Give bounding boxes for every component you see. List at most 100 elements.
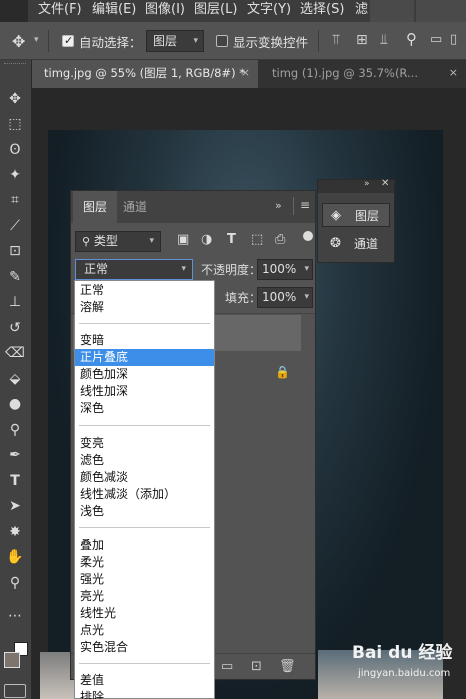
hand-tool-icon[interactable]: ✋ bbox=[4, 546, 26, 568]
layer-filter-label: 类型 bbox=[93, 234, 118, 248]
blend-option[interactable]: 排除 bbox=[75, 689, 214, 699]
menu-layer[interactable]: 图层(L) bbox=[194, 0, 237, 22]
foreground-color-swatch[interactable] bbox=[4, 652, 20, 668]
panel-grip[interactable] bbox=[4, 63, 26, 67]
eyedropper-tool-icon[interactable]: ⟋ bbox=[4, 215, 26, 237]
move-tool-icon[interactable]: ✥ bbox=[12, 32, 25, 51]
blend-option[interactable]: 叠加 bbox=[75, 537, 214, 554]
dock-channels-label: 通道 bbox=[354, 237, 379, 251]
close-icon[interactable]: × bbox=[241, 60, 250, 86]
blend-option[interactable]: 变暗 bbox=[75, 332, 214, 349]
blend-option[interactable]: 柔光 bbox=[75, 554, 214, 571]
menu-edit[interactable]: 编辑(E) bbox=[92, 0, 136, 22]
auto-select-label: 自动选择： bbox=[79, 35, 142, 50]
new-layer-icon[interactable]: ⊡ bbox=[251, 659, 262, 674]
zoom-tool-icon[interactable]: ⚲ bbox=[4, 572, 26, 594]
filter-smart-object-icon[interactable]: ⎙ bbox=[275, 232, 285, 247]
align-bottom-icon[interactable]: ⫫ bbox=[380, 32, 388, 48]
brush-tool-icon[interactable]: ✎ bbox=[4, 266, 26, 288]
menu-filter[interactable]: 滤 bbox=[355, 0, 368, 22]
workspace-icon[interactable]: ▭ bbox=[430, 32, 442, 47]
expand-panel-icon[interactable]: » bbox=[364, 179, 370, 189]
chevron-down-icon: ▾ bbox=[181, 264, 186, 274]
fill-input[interactable]: 100% ▾ bbox=[257, 287, 313, 308]
marquee-tool-icon[interactable]: ⬚ bbox=[4, 113, 26, 135]
dock-layers-label: 图层 bbox=[355, 209, 380, 223]
blend-option[interactable]: 颜色加深 bbox=[75, 366, 214, 383]
chevron-down-icon: ▾ bbox=[304, 264, 309, 274]
menu-image[interactable]: 图像(I) bbox=[145, 0, 185, 22]
blend-option[interactable]: 实色混合 bbox=[75, 639, 214, 656]
layer-filter-dropdown[interactable]: ⚲ 类型 ▾ bbox=[75, 231, 161, 252]
blend-option[interactable]: 溶解 bbox=[75, 299, 214, 316]
search-icon[interactable]: ⚲ bbox=[406, 30, 417, 48]
delete-layer-icon[interactable]: 🗑 bbox=[279, 659, 296, 674]
dock-layers-button[interactable]: ◈ 图层 bbox=[322, 203, 390, 227]
chevron-down-icon[interactable]: ▾ bbox=[34, 35, 39, 45]
path-selection-tool-icon[interactable]: ➤ bbox=[4, 495, 26, 517]
close-icon[interactable]: ✕ bbox=[381, 178, 389, 189]
history-brush-tool-icon[interactable]: ↺ bbox=[4, 317, 26, 339]
filter-toggle[interactable] bbox=[303, 231, 313, 241]
magic-wand-tool-icon[interactable]: ✦ bbox=[4, 164, 26, 186]
clone-stamp-tool-icon[interactable]: ⊥ bbox=[4, 291, 26, 313]
filter-type-icon[interactable]: T bbox=[227, 232, 236, 247]
filter-pixel-icon[interactable]: ▣ bbox=[177, 232, 189, 247]
chevron-down-icon: ▾ bbox=[304, 292, 309, 302]
auto-select-checkbox[interactable] bbox=[62, 34, 74, 47]
blend-option[interactable]: 点光 bbox=[75, 622, 214, 639]
tab-document-1[interactable]: timg.jpg @ 55% (图层 1, RGB/8#) * × bbox=[32, 60, 258, 88]
filter-shape-icon[interactable]: ⬚ bbox=[251, 232, 263, 247]
tab-layers[interactable]: 图层 bbox=[73, 191, 118, 223]
panel-menu-icon[interactable]: ≡ bbox=[300, 198, 310, 212]
share-icon[interactable]: ▯ bbox=[450, 32, 457, 47]
blend-option[interactable]: 亮光 bbox=[75, 588, 214, 605]
align-top-icon[interactable]: ⫪ bbox=[332, 32, 340, 48]
dock-channels-button[interactable]: ❂ 通道 bbox=[322, 232, 390, 256]
opacity-input[interactable]: 100% ▾ bbox=[257, 259, 313, 280]
close-icon[interactable]: × bbox=[449, 60, 458, 86]
lasso-tool-icon[interactable]: ʘ bbox=[4, 139, 26, 161]
crop-tool-icon[interactable]: ⌗ bbox=[4, 189, 26, 211]
blend-option[interactable]: 滤色 bbox=[75, 452, 214, 469]
blend-option[interactable]: 深色 bbox=[75, 400, 214, 417]
blend-option[interactable]: 颜色减淡 bbox=[75, 469, 214, 486]
blend-option-selected[interactable]: 正片叠底 bbox=[75, 349, 214, 366]
tab-label: timg.jpg @ 55% (图层 1, RGB/8#) * bbox=[44, 66, 245, 80]
menu-file[interactable]: 文件(F) bbox=[38, 0, 82, 22]
collapse-panel-icon[interactable]: » bbox=[275, 199, 282, 212]
type-tool-icon[interactable]: T bbox=[4, 470, 26, 492]
tab-label: timg (1).jpg @ 35.7%(R... bbox=[272, 66, 418, 80]
show-transform-checkbox[interactable] bbox=[216, 35, 228, 47]
filter-adjustment-icon[interactable]: ◑ bbox=[201, 232, 212, 247]
channels-icon: ❂ bbox=[330, 236, 341, 251]
eraser-tool-icon[interactable]: ⌫ bbox=[4, 342, 26, 364]
blend-option[interactable]: 线性光 bbox=[75, 605, 214, 622]
window-maximize-button[interactable] bbox=[416, 0, 466, 22]
blend-mode-dropdown[interactable]: 正常 ▾ bbox=[75, 259, 193, 280]
blend-option[interactable]: 变亮 bbox=[75, 435, 214, 452]
move-tool-icon[interactable]: ✥ bbox=[4, 88, 26, 110]
blend-option[interactable]: 正常 bbox=[75, 282, 214, 299]
dodge-tool-icon[interactable]: ⚲ bbox=[4, 419, 26, 441]
shape-tool-icon[interactable]: ✸ bbox=[4, 521, 26, 543]
blend-option[interactable]: 线性加深 bbox=[75, 383, 214, 400]
align-vcenter-icon[interactable]: ⊞ bbox=[356, 32, 368, 48]
blur-tool-icon[interactable]: ● bbox=[4, 393, 26, 415]
more-tools-icon[interactable]: ⋯ bbox=[4, 605, 26, 627]
auto-select-dropdown[interactable]: 图层 ▾ bbox=[146, 30, 204, 52]
blend-option[interactable]: 浅色 bbox=[75, 503, 214, 520]
menu-select[interactable]: 选择(S) bbox=[300, 0, 344, 22]
paint-bucket-tool-icon[interactable]: ⬙ bbox=[4, 368, 26, 390]
tab-document-2[interactable]: timg (1).jpg @ 35.7%(R... × bbox=[260, 60, 466, 88]
new-group-icon[interactable]: ▭ bbox=[221, 659, 233, 674]
healing-brush-tool-icon[interactable]: ⊡ bbox=[4, 240, 26, 262]
pen-tool-icon[interactable]: ✒ bbox=[4, 444, 26, 466]
blend-option[interactable]: 强光 bbox=[75, 571, 214, 588]
quick-mask-icon[interactable] bbox=[4, 684, 26, 698]
blend-option[interactable]: 差值 bbox=[75, 672, 214, 689]
blend-option[interactable]: 线性减淡（添加） bbox=[75, 486, 214, 503]
window-minimize-button[interactable] bbox=[370, 0, 414, 22]
tab-channels[interactable]: 通道 bbox=[123, 191, 147, 223]
menu-type[interactable]: 文字(Y) bbox=[247, 0, 291, 22]
